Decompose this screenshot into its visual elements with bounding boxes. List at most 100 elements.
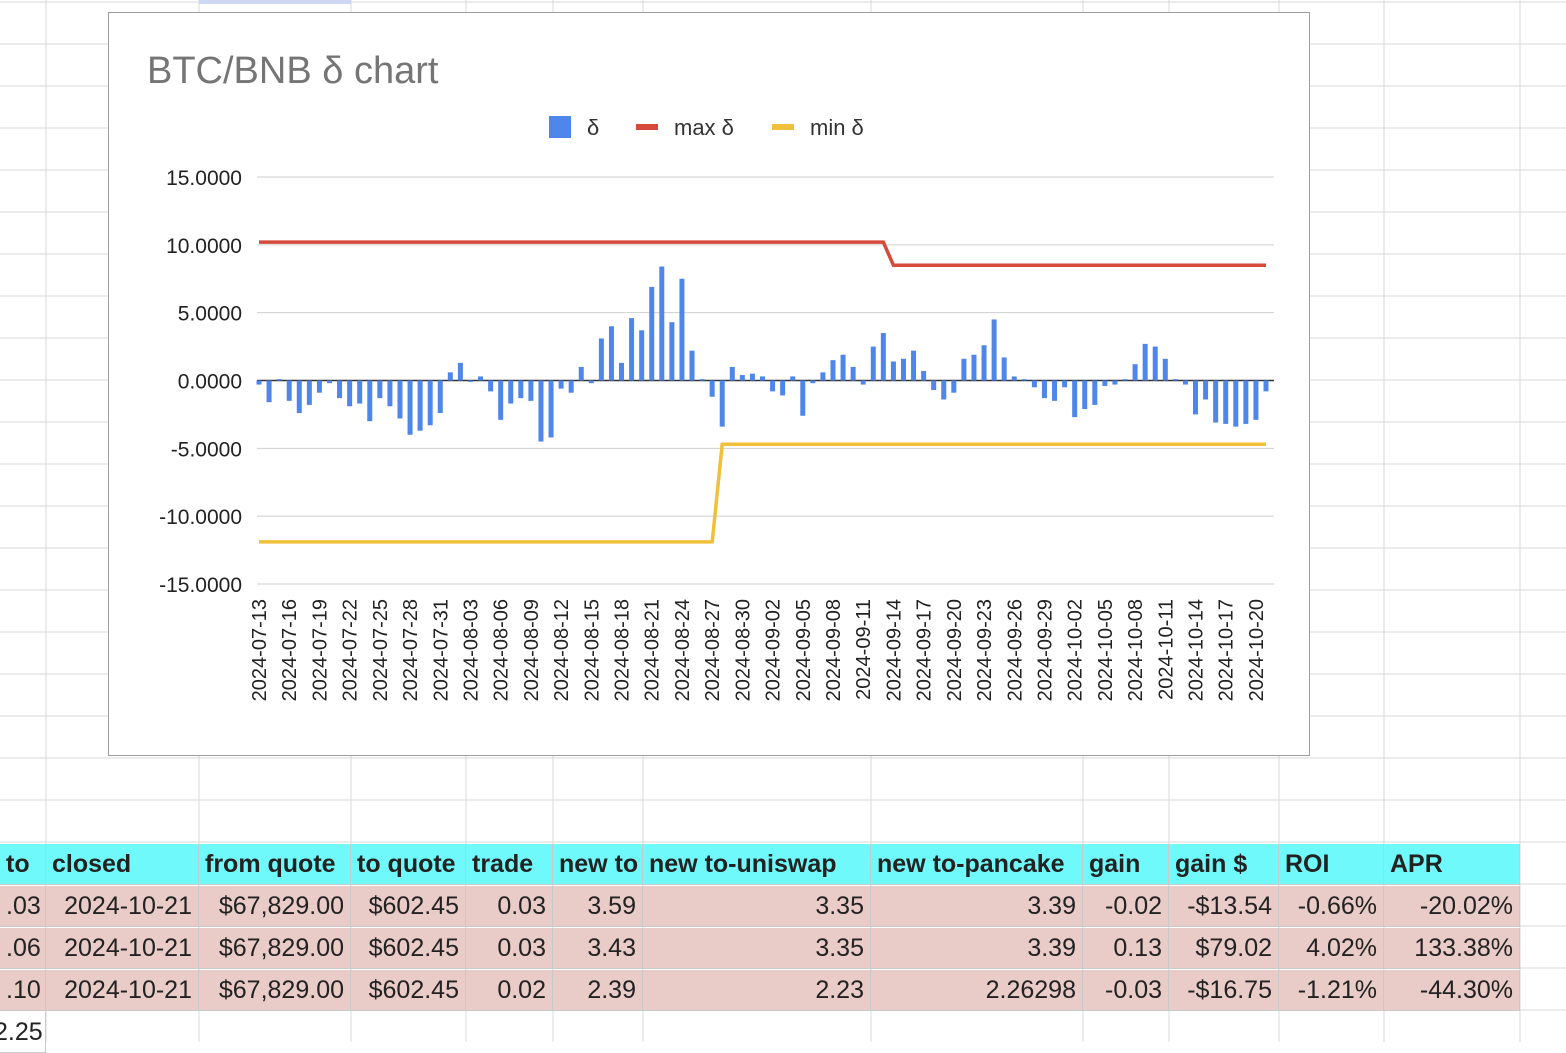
table-cell[interactable]: $67,829.00 [199,928,351,969]
column-header[interactable]: new to-uniswap [643,844,871,885]
column-header[interactable]: new to-pancake [871,844,1083,885]
delta-bar [397,380,403,419]
delta-bar [931,380,937,390]
table-cell[interactable]: 2.26298 [871,970,1083,1011]
delta-bar [498,380,504,420]
delta-bar [1203,380,1209,400]
table-cell[interactable]: 2.23 [643,970,871,1011]
chart-card[interactable]: BTC/BNB δ chart δ max δ min δ 15.0000 10.00… [108,12,1310,756]
table-cell[interactable]: 0.13 [1083,928,1169,969]
delta-bar [588,380,594,384]
column-header[interactable]: APR [1384,844,1520,885]
delta-bar [538,380,544,442]
delta-bar [357,380,363,404]
table-cell[interactable]: 3.35 [643,928,871,969]
x-tick-label: 2024-10-17 [1216,599,1238,701]
table-cell[interactable]: 133.38% [1384,928,1520,969]
column-header[interactable]: gain [1083,844,1169,885]
x-tick-label: 2024-07-25 [370,599,392,701]
delta-bar [770,380,776,392]
table-cell[interactable]: 2.39 [553,970,643,1011]
table-cell[interactable]: 4.02% [1279,928,1384,969]
delta-bar [961,358,967,381]
column-header[interactable]: closed [46,844,199,885]
table-cell[interactable]: .03 [0,886,46,927]
table-cell[interactable]: -0.66% [1279,886,1384,927]
delta-bar [1223,380,1229,424]
table-cell[interactable]: -20.02% [1384,886,1520,927]
column-header[interactable]: new to [553,844,643,885]
x-tick-label: 2024-08-30 [732,599,754,701]
delta-bar [518,380,524,399]
x-tick-label: 2024-08-12 [551,599,573,701]
delta-bar [669,322,675,381]
table-cell[interactable]: -44.30% [1384,970,1520,1011]
delta-bar [830,360,836,381]
column-header[interactable]: to quote [351,844,466,885]
delta-bar [850,366,856,381]
delta-bar [488,380,494,392]
table-cell[interactable]: 0.03 [466,928,553,969]
column-header[interactable]: to [0,844,46,885]
table-cell[interactable]: 2024-10-21 [46,970,199,1011]
table-cell[interactable]: -0.03 [1083,970,1169,1011]
x-tick-label: 2024-08-06 [491,599,513,701]
delta-bar [1193,380,1199,415]
delta-bar [407,380,413,435]
delta-bar [608,326,614,381]
delta-bar [1182,380,1188,385]
table-cell[interactable]: -$13.54 [1169,886,1279,927]
table-cell[interactable]: $67,829.00 [199,970,351,1011]
table-cell[interactable]: 2024-10-21 [46,928,199,969]
partial-cell[interactable]: 2.25 [0,1012,46,1053]
table-cell[interactable]: 3.35 [643,886,871,927]
table-cell[interactable]: -0.02 [1083,886,1169,927]
y-tick-label: 5.0000 [178,303,242,326]
table-cell[interactable]: -1.21% [1279,970,1384,1011]
delta-bar [578,366,584,381]
table-cell[interactable]: 2024-10-21 [46,886,199,927]
table-cell[interactable]: 0.02 [466,970,553,1011]
table-cell[interactable]: $602.45 [351,886,466,927]
delta-bar [1263,380,1269,392]
delta-bar [790,376,796,381]
table-cell[interactable]: 0.03 [466,886,553,927]
table-cell[interactable]: 3.43 [553,928,643,969]
delta-bar [276,379,282,381]
table-cell[interactable]: $67,829.00 [199,886,351,927]
delta-bar [810,380,816,384]
delta-bar [890,361,896,381]
table-cell[interactable]: 3.59 [553,886,643,927]
delta-bar [266,380,272,403]
table-cell[interactable]: -$16.75 [1169,970,1279,1011]
delta-bar [1233,380,1239,427]
column-header[interactable]: gain $ [1169,844,1279,885]
table-cell[interactable]: .10 [0,970,46,1011]
delta-bar [941,380,947,400]
delta-bar [719,380,725,427]
x-tick-label: 2024-10-05 [1095,599,1117,701]
delta-bar [1253,380,1259,420]
delta-bar [629,318,635,381]
y-tick-label: 0.0000 [178,371,242,394]
min-delta-line [259,442,1266,544]
column-header[interactable]: trade [466,844,553,885]
table-cell[interactable]: 3.39 [871,886,1083,927]
delta-bar [1021,379,1027,381]
table-cell[interactable]: .06 [0,928,46,969]
table-cell[interactable]: $602.45 [351,970,466,1011]
delta-bar [991,319,997,381]
chart-title: BTC/BNB δ chart [147,50,439,92]
delta-bar [1213,380,1219,423]
x-tick-label: 2024-08-24 [672,599,694,701]
selected-column-marker [199,0,351,4]
delta-bar [306,380,312,405]
column-header[interactable]: ROI [1279,844,1384,885]
x-tick-label: 2024-07-28 [400,599,422,701]
column-header[interactable]: from quote [199,844,351,885]
table-cell[interactable]: $79.02 [1169,928,1279,969]
table-cell[interactable]: $602.45 [351,928,466,969]
table-cell[interactable]: 3.39 [871,928,1083,969]
x-tick-label: 2024-09-14 [883,599,905,701]
delta-bar [981,345,987,381]
